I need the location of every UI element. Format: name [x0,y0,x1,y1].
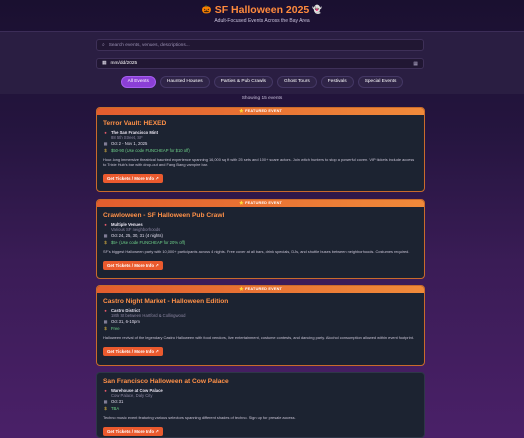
event-dates: Oct 31, 6-10pm [111,319,140,324]
dollar-icon: $ [104,147,107,153]
event-price: TBA [111,405,120,411]
event-title: Crawloween - SF Halloween Pub Crawl [103,212,225,219]
event-title: San Francisco Halloween at Cow Palace [103,378,229,385]
dollar-icon: $ [104,239,107,245]
tab-all-events[interactable]: All Events [120,76,156,88]
event-price: Free [111,325,120,331]
page-header: 🎃 SF Halloween 2025 👻 Adult-Focused Even… [0,0,524,30]
venue-address: Cow Palace, Daly City [111,392,153,398]
venue-address: 18th St between Hartford & Collingwood [111,312,186,318]
location-pin-icon: ● [104,221,107,227]
tab-special-events[interactable]: Special Events [357,76,404,88]
category-tabs: All Events Haunted Houses Parties & Pub … [0,76,524,88]
event-card: ⭐ FEATURED EVENT Castro Night Market - H… [96,285,425,366]
search-input[interactable]: ⌕ Search events, venues, descriptions... [96,39,424,51]
event-card: ⭐ FEATURED EVENT Crawloween - SF Hallowe… [96,199,425,279]
location-pin-icon: ● [104,387,107,393]
dollar-icon: $ [104,405,107,411]
event-description: Techno music event featuring various sel… [103,414,296,420]
event-price-row: $ TBA [103,406,418,411]
featured-badge: ⭐ FEATURED EVENT [97,108,424,115]
event-price: $5+ (Use code FUNCHEAP for 20% off) [111,239,186,245]
event-description: Hour-long immersive theatrical haunted e… [103,156,415,167]
ghost-icon: 👻 [312,5,323,14]
event-date-row: ▦ Oct 24, 25, 30, 31 (4 nights) [103,233,418,238]
event-price-row: $ $50-90 (Use code FUNCHEAP for $10 off) [103,148,418,153]
event-venue-row: ● Warehouse at Cow Palace Cow Palace, Da… [103,388,418,398]
calendar-picker-icon[interactable]: ▦ [413,61,418,67]
pumpkin-icon: 🎃 [201,5,212,14]
event-venue-row: ● Multiple Venues Various SF neighborhoo… [103,222,418,232]
dollar-icon: $ [104,325,107,331]
tab-ghost-tours[interactable]: Ghost Tours [276,76,317,88]
event-dates: Oct 31 [111,399,124,404]
event-card: San Francisco Halloween at Cow Palace ● … [96,372,425,438]
event-dates: Oct 24, 25, 30, 31 (4 nights) [111,233,163,238]
event-count: Showing 15 events [241,96,283,101]
event-price-row: $ Free [103,326,418,331]
tab-festivals[interactable]: Festivals [320,76,354,88]
calendar-icon: ▦ [103,141,108,146]
event-date-row: ▦ Oct 2 - Nov 1, 2025 [103,141,418,146]
event-title: Terror Vault: HEXED [103,120,167,127]
get-tickets-button[interactable]: Get Tickets / More Info ↗ [103,426,163,436]
page-title-text: SF Halloween 2025 [214,4,310,16]
featured-badge: ⭐ FEATURED EVENT [97,200,424,207]
event-description: Halloween revival of the legendary Castr… [103,334,414,340]
event-date-row: ▦ Oct 31, 6-10pm [103,319,418,324]
get-tickets-button[interactable]: Get Tickets / More Info ↗ [103,173,163,183]
featured-badge: ⭐ FEATURED EVENT [97,286,424,293]
event-dates: Oct 2 - Nov 1, 2025 [111,141,148,146]
date-input[interactable]: ▦ mm/dd/2025 ▦ [96,58,424,69]
get-tickets-button[interactable]: Get Tickets / More Info ↗ [103,346,163,356]
event-card: ⭐ FEATURED EVENT Terror Vault: HEXED ● T… [96,107,425,192]
tab-haunted-houses[interactable]: Haunted Houses [159,76,210,88]
date-value: mm/dd/2025 [110,61,138,66]
location-pin-icon: ● [104,307,107,313]
venue-address: 88 5th Street, SF [111,134,143,140]
event-date-row: ▦ Oct 31 [103,399,418,404]
tab-parties-pub-crawls[interactable]: Parties & Pub Crawls [213,76,273,88]
search-icon: ⌕ [102,43,105,48]
venue-address: Various SF neighborhoods [111,226,161,232]
event-venue-row: ● The San Francisco Mint 88 5th Street, … [103,130,418,140]
calendar-icon: ▦ [103,319,108,324]
search-placeholder: Search events, venues, descriptions... [108,42,190,48]
event-description: SF's biggest Halloween party with 10,000… [103,248,410,254]
calendar-icon: ▦ [102,61,107,66]
get-tickets-button[interactable]: Get Tickets / More Info ↗ [103,260,163,270]
page-subtitle: Adult-Focused Events Across the Bay Area [214,18,310,24]
event-title: Castro Night Market - Halloween Edition [103,298,229,305]
event-venue-row: ● Castro District 18th St between Hartfo… [103,308,418,318]
event-price-row: $ $5+ (Use code FUNCHEAP for 20% off) [103,240,418,245]
event-price: $50-90 (Use code FUNCHEAP for $10 off) [111,147,190,153]
location-pin-icon: ● [104,129,107,135]
calendar-icon: ▦ [103,233,108,238]
page-title: 🎃 SF Halloween 2025 👻 [0,4,524,16]
calendar-icon: ▦ [103,399,108,404]
